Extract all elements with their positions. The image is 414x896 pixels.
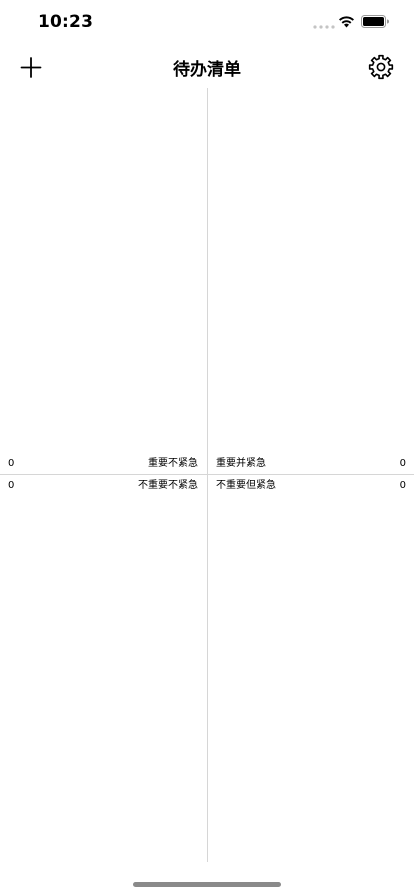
cellular-signal-icon [313, 25, 335, 29]
vertical-divider [207, 88, 208, 862]
wifi-icon [339, 16, 354, 28]
add-button[interactable] [16, 52, 46, 82]
horizontal-divider [0, 474, 414, 475]
status-time: 10:23 [38, 12, 94, 32]
quadrant-label-bottom-right[interactable]: 不重要但紧急 [216, 478, 276, 494]
gear-icon [368, 54, 394, 80]
settings-button[interactable] [366, 52, 396, 82]
page-title: 待办清单 [173, 60, 241, 80]
quadrant-count-top-right: 0 [399, 458, 406, 469]
quadrant-count-bottom-left: 0 [8, 480, 15, 491]
quadrant-count-top-left: 0 [8, 458, 15, 469]
navigation-bar: 待办清单 [0, 48, 414, 88]
quadrant-label-bottom-left[interactable]: 不重要不紧急 [138, 478, 198, 494]
status-bar: 10:23 [0, 0, 414, 48]
quadrant-label-top-left[interactable]: 重要不紧急 [148, 456, 198, 472]
quadrant-count-bottom-right: 0 [399, 480, 406, 491]
quadrant-label-top-right[interactable]: 重要并紧急 [216, 456, 266, 472]
home-indicator [133, 882, 281, 887]
plus-icon [20, 57, 42, 78]
battery-icon [361, 15, 389, 28]
